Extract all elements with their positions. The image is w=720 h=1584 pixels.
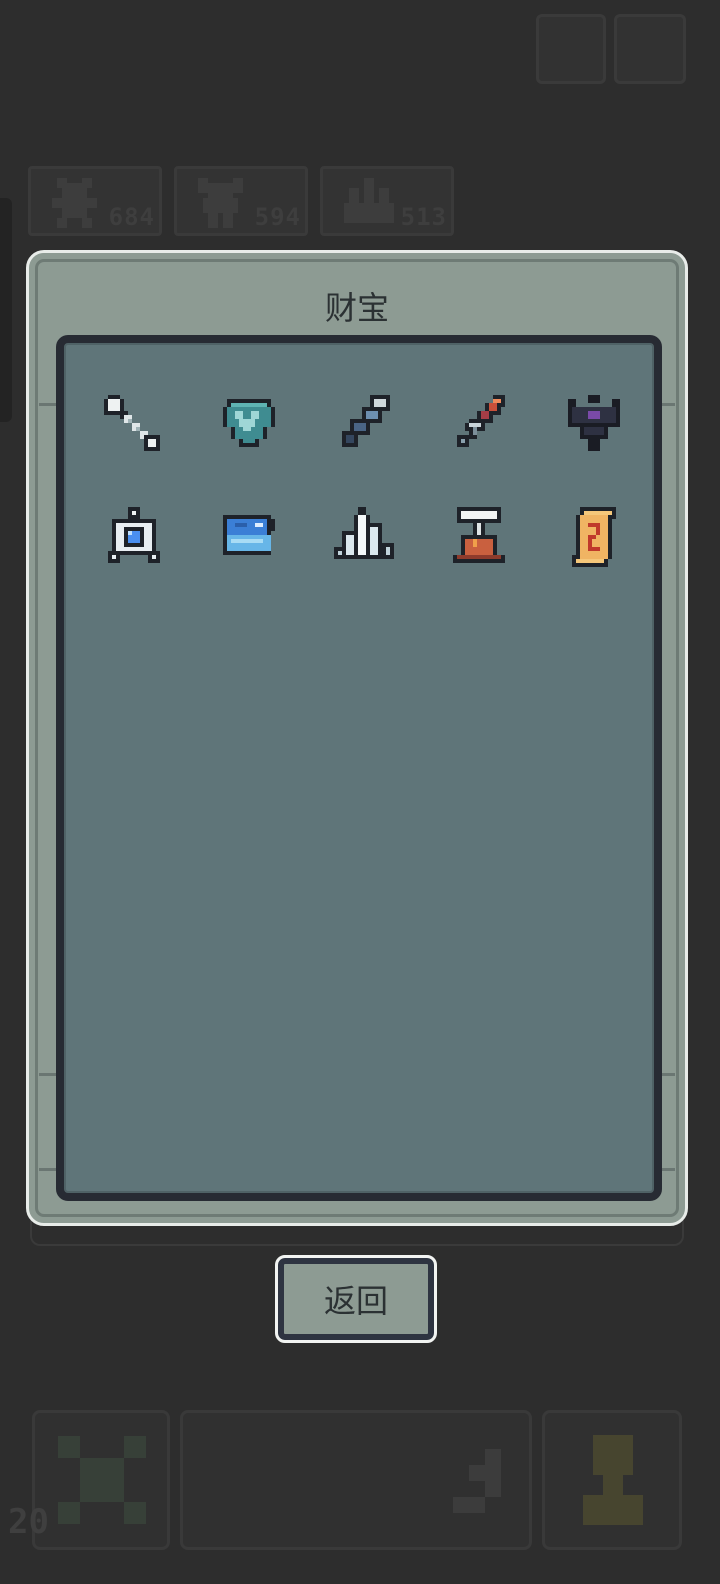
side-drawer-tab[interactable]	[0, 198, 12, 422]
level-indicator: 20	[8, 1502, 49, 1542]
scroll-icon	[572, 507, 616, 567]
bone-icon	[104, 395, 160, 451]
spyglass-icon	[342, 395, 390, 447]
stat-knight: 594	[174, 166, 308, 236]
character-icon	[583, 1435, 643, 1525]
game-screen: 684 594 513 20 财宝 返回	[0, 0, 720, 1584]
crossed-swords-icon	[58, 1436, 146, 1524]
stat-warrior-value: 684	[108, 203, 155, 231]
treasure-slot-scroll[interactable]	[564, 507, 624, 567]
volcano-icon	[453, 507, 505, 563]
stat-knight-value: 594	[254, 203, 301, 231]
treasure-dialog: 财宝	[26, 250, 688, 1226]
top-right-button-1[interactable]	[536, 14, 606, 84]
hand-icon	[344, 178, 394, 223]
treasure-grid	[104, 395, 624, 567]
treasure-slot-dark-crown[interactable]	[564, 395, 624, 455]
direction-arrow-icon	[453, 1449, 501, 1513]
treasure-slot-blue-amulet[interactable]	[104, 507, 164, 567]
treasure-slot-spyglass[interactable]	[334, 395, 394, 455]
knight-icon	[198, 178, 243, 228]
blue-amulet-icon	[108, 507, 160, 563]
warrior-icon	[52, 178, 97, 228]
treasure-slot-ice-crystal[interactable]	[334, 507, 394, 567]
treasure-slot-volcano[interactable]	[449, 507, 509, 567]
dark-crown-icon	[568, 395, 620, 451]
ice-crystal-icon	[334, 507, 394, 559]
frame-rivet	[39, 1168, 57, 1171]
treasure-slot-blue-fish[interactable]	[219, 507, 279, 567]
attack-button[interactable]	[32, 1410, 170, 1550]
frame-rivet	[39, 1073, 57, 1076]
blue-fish-icon	[223, 515, 275, 555]
stat-hand: 513	[320, 166, 454, 236]
top-right-button-2[interactable]	[614, 14, 686, 84]
center-action-area[interactable]	[180, 1410, 532, 1550]
heart-gem-icon	[223, 399, 275, 447]
stat-hand-value: 513	[400, 203, 447, 231]
character-button[interactable]	[542, 1410, 682, 1550]
dialog-title: 财宝	[324, 289, 389, 327]
treasure-slot-heart-gem[interactable]	[219, 395, 279, 455]
stat-warrior: 684	[28, 166, 162, 236]
treasure-grid-panel	[56, 335, 662, 1201]
frame-rivet	[39, 403, 57, 406]
treasure-slot-bone[interactable]	[104, 395, 164, 455]
back-button[interactable]: 返回	[275, 1255, 437, 1343]
dagger-icon	[457, 395, 505, 447]
treasure-slot-dagger[interactable]	[449, 395, 509, 455]
